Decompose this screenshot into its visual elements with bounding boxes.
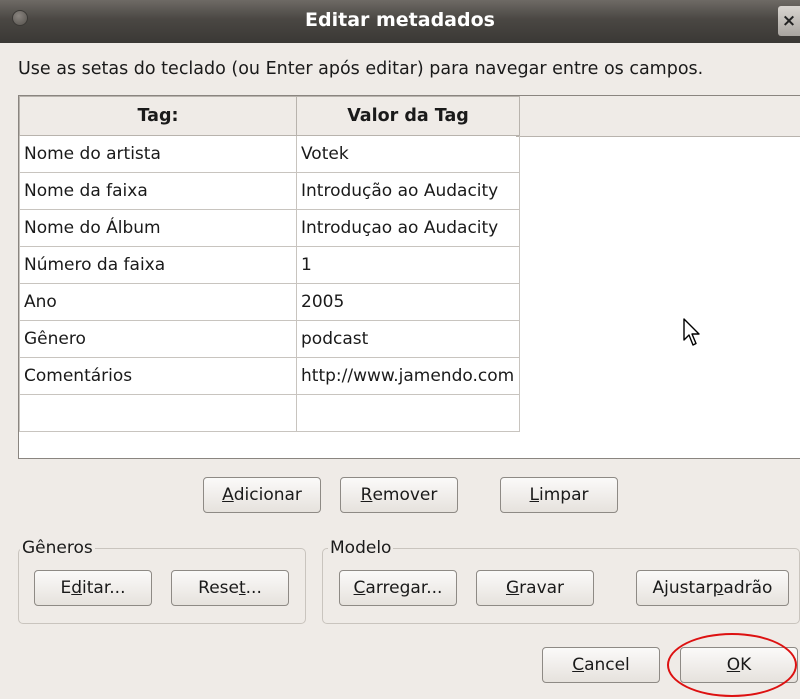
tag-cell[interactable]: Número da faixa — [19, 246, 297, 284]
edit-genres-button[interactable]: Ed itar... — [34, 570, 152, 606]
metadata-table: Tag: Valor da Tag Nome do artista Votek N… — [19, 96, 520, 432]
table-row[interactable] — [19, 394, 520, 432]
table-row[interactable]: Comentários http://www.jamendo.com — [19, 357, 520, 395]
table-row[interactable]: Nome do Álbum Introduçao ao Audacity — [19, 209, 520, 247]
grid-header-filler — [516, 96, 800, 137]
tag-cell[interactable]: Comentários — [19, 357, 297, 395]
reset-genres-button[interactable]: Rese t... — [171, 570, 289, 606]
value-cell[interactable]: podcast — [296, 320, 520, 358]
ok-button[interactable]: OK — [680, 647, 798, 683]
table-row[interactable]: Gênero podcast — [19, 320, 520, 358]
mouse-pointer-icon — [683, 318, 700, 346]
title-bar: Editar metadados × — [0, 0, 800, 43]
value-cell[interactable]: 1 — [296, 246, 520, 284]
genres-group-label: Gêneros — [20, 538, 95, 558]
tag-cell[interactable]: Nome do artista — [19, 135, 297, 173]
window-title: Editar metadados — [305, 9, 495, 31]
metadata-grid[interactable]: Tag: Valor da Tag Nome do artista Votek N… — [18, 95, 800, 459]
value-cell[interactable]: Votek — [296, 135, 520, 173]
tag-cell[interactable]: Nome da faixa — [19, 172, 297, 210]
save-template-button[interactable]: Gravar — [476, 570, 594, 606]
value-cell[interactable] — [296, 394, 520, 432]
value-cell[interactable]: 2005 — [296, 283, 520, 321]
template-group-label: Modelo — [328, 538, 394, 558]
value-cell[interactable]: Introdução ao Audacity — [296, 172, 520, 210]
value-cell[interactable]: Introduçao ao Audacity — [296, 209, 520, 247]
instruction-text: Use as setas do teclado (ou Enter após e… — [18, 59, 704, 79]
close-icon[interactable]: × — [778, 6, 800, 36]
tag-cell[interactable] — [19, 394, 297, 432]
load-template-button[interactable]: Carregar... — [339, 570, 457, 606]
tag-cell[interactable]: Gênero — [19, 320, 297, 358]
table-row[interactable]: Nome do artista Votek — [19, 135, 520, 173]
add-button[interactable]: Adicionar — [203, 477, 321, 513]
table-row[interactable]: Ano 2005 — [19, 283, 520, 321]
table-row[interactable]: Número da faixa 1 — [19, 246, 520, 284]
column-header-value[interactable]: Valor da Tag — [296, 96, 520, 136]
clear-button[interactable]: Limpar — [500, 477, 618, 513]
column-header-tag[interactable]: Tag: — [19, 96, 297, 136]
set-default-button[interactable]: Ajustar p adrão — [636, 570, 789, 606]
tag-cell[interactable]: Nome do Álbum — [19, 209, 297, 247]
remove-button[interactable]: Remover — [340, 477, 458, 513]
value-cell[interactable]: http://www.jamendo.com — [296, 357, 520, 395]
table-row[interactable]: Nome da faixa Introdução ao Audacity — [19, 172, 520, 210]
cancel-button[interactable]: Cancel — [542, 647, 660, 683]
tag-cell[interactable]: Ano — [19, 283, 297, 321]
